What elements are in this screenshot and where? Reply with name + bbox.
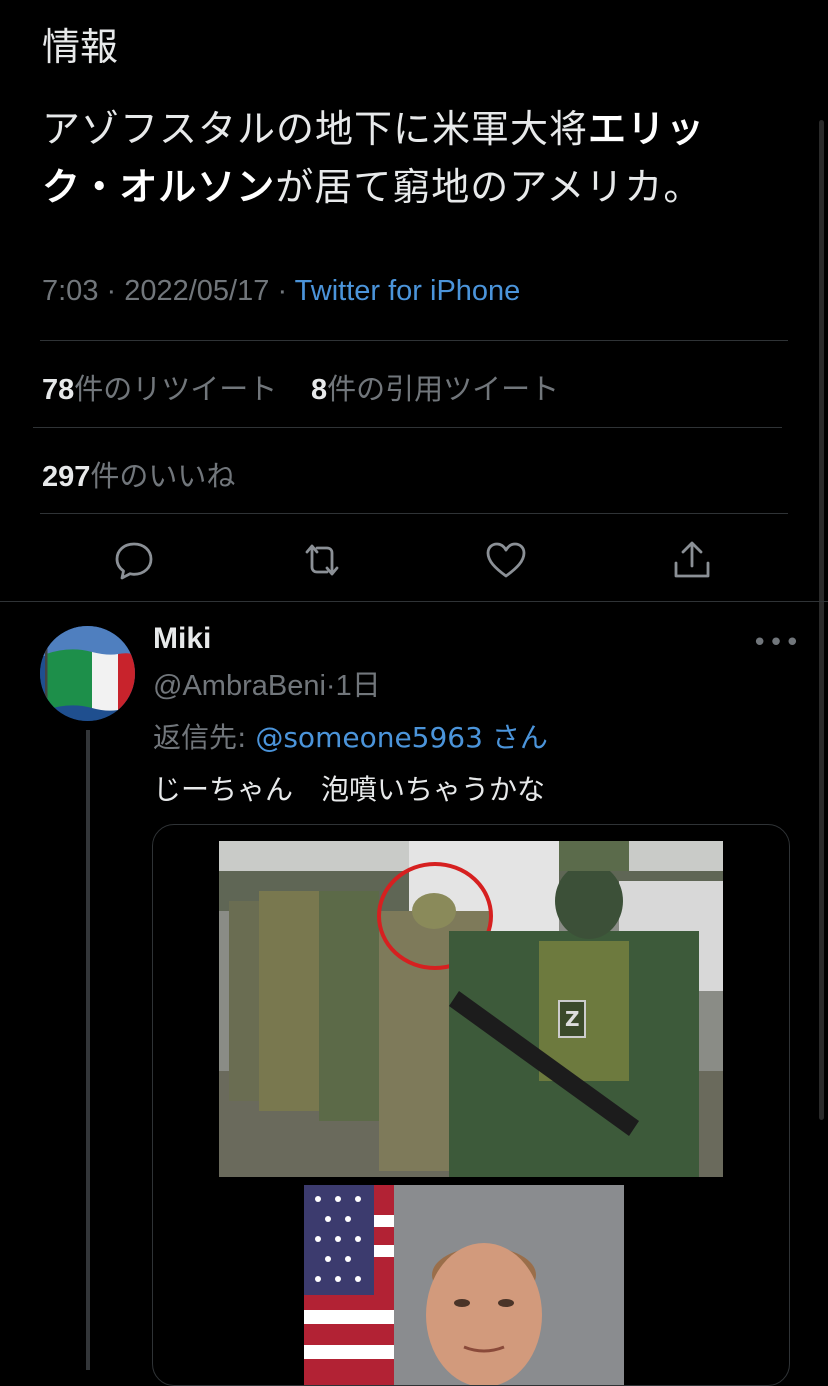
avatar[interactable] — [40, 626, 135, 721]
heart-icon — [486, 542, 526, 578]
likes-label: 件のいいね — [90, 461, 236, 493]
italian-flag-avatar-image — [40, 626, 135, 721]
tweet-time: 7:03 — [42, 275, 99, 307]
reply-icon — [115, 542, 153, 580]
reply-author-handle[interactable]: @AmbraBeni — [153, 670, 326, 702]
tweet-date: 2022/05/17 — [124, 275, 270, 307]
scrollbar[interactable] — [819, 120, 824, 1120]
media-card[interactable]: Z — [152, 824, 790, 1386]
tweet-text-part2: が居て窮地のアメリカ。 — [275, 165, 703, 209]
quotes-label: 件の引用ツイート — [327, 374, 560, 406]
tweet-text-part1: アゾフスタルの地下に米軍大将 — [42, 107, 589, 151]
share-button[interactable] — [667, 535, 717, 585]
reply-author-handle-row: @AmbraBeni·1日 — [153, 670, 381, 702]
retweet-stats[interactable]: 78件のリツイート — [42, 366, 277, 408]
more-icon[interactable]: ••• — [752, 628, 801, 658]
like-button[interactable] — [481, 535, 531, 585]
quote-stats[interactable]: 8件の引用ツイート — [311, 366, 559, 408]
divider — [40, 513, 788, 514]
reply-to-label: 返信先: — [153, 721, 247, 754]
reply-age: 1日 — [335, 670, 381, 702]
tweet-text: アゾフスタルの地下に米軍大将エリック・オルソンが居て窮地のアメリカ。 — [42, 100, 782, 216]
tweet-meta: 7:03 · 2022/05/17 · Twitter for iPhone — [42, 275, 521, 307]
likes-count: 297 — [42, 461, 91, 493]
reply-author-name[interactable]: Miki — [153, 622, 211, 656]
svg-text:Z: Z — [565, 1007, 580, 1031]
reply-text: じーちゃん 泡噴いちゃうかな — [153, 773, 546, 806]
retweets-count: 78 — [42, 374, 75, 406]
divider — [0, 601, 828, 602]
divider — [33, 427, 782, 428]
tweet-source-link[interactable]: Twitter for iPhone — [295, 275, 521, 307]
thread-line — [86, 730, 90, 1370]
reply-button[interactable] — [109, 535, 159, 585]
like-stats[interactable]: 297件のいいね — [42, 453, 235, 495]
retweets-label: 件のリツイート — [74, 374, 278, 406]
reply-to-mention[interactable]: @someone5963 さん — [255, 721, 548, 754]
retweet-button[interactable] — [297, 535, 347, 585]
divider — [40, 340, 788, 341]
retweet-icon — [305, 544, 339, 576]
reply-to-line: 返信先: @someone5963 さん — [153, 716, 548, 756]
tweet-text-prefix: 情報 — [42, 25, 119, 69]
soldiers-photo[interactable]: Z — [219, 841, 723, 1177]
quotes-count: 8 — [311, 374, 328, 406]
share-icon — [674, 541, 710, 578]
portrait-photo[interactable] — [304, 1185, 624, 1385]
